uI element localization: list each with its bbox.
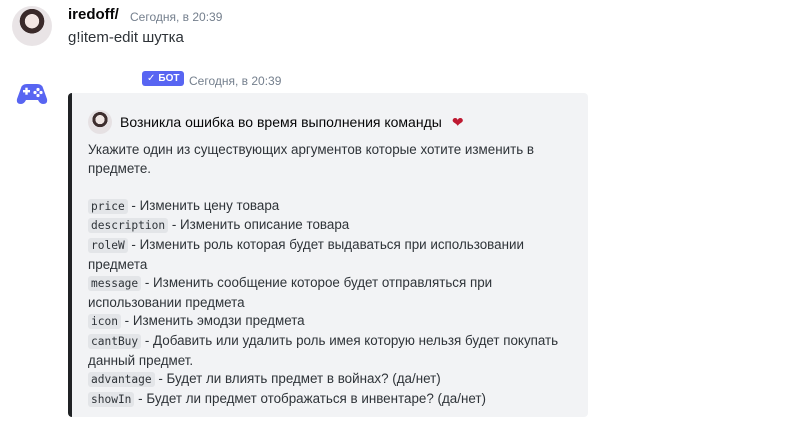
arg-line: showIn - Будет ли предмет отображаться в…: [88, 390, 566, 410]
arg-line: icon - Изменить эмодзи предмета: [88, 312, 566, 332]
arg-text: - Изменить сообщение которое будет отпра…: [88, 275, 493, 310]
arg-line: description - Изменить описание товара: [88, 216, 566, 236]
arg-code: cantBuy: [88, 333, 142, 349]
embed-author-name: Возникла ошибка во время выполнения кома…: [120, 114, 442, 130]
arg-text: - Будет ли влиять предмет в войнах? (да/…: [154, 371, 441, 387]
arg-line: cantBuy - Добавить или удалить роль имея…: [88, 332, 566, 370]
arg-text: - Изменить цену товара: [127, 197, 280, 213]
embed-description: Укажите один из существующих аргументов …: [88, 141, 566, 409]
embed-intro: Укажите один из существующих аргументов …: [88, 142, 535, 176]
check-icon: ✓: [147, 73, 156, 84]
heart-icon: ❤: [451, 113, 464, 130]
bot-badge-label: БОТ: [158, 73, 180, 84]
username[interactable]: iredoff/: [68, 6, 119, 23]
message-content: g!item-edit шутка: [68, 29, 184, 46]
user-avatar[interactable]: [12, 6, 52, 46]
arg-code: icon: [88, 314, 121, 330]
arg-line: price - Изменить цену товара: [88, 197, 566, 217]
gamepad-icon[interactable]: [12, 73, 52, 113]
arg-text: - Изменить описание товара: [168, 217, 350, 233]
embed-author-avatar: [88, 110, 112, 134]
arg-code: message: [88, 276, 142, 292]
arg-text: - Добавить или удалить роль имея которую…: [88, 332, 559, 368]
arg-code: description: [88, 218, 169, 234]
arg-text: - Изменить эмодзи предмета: [120, 313, 305, 329]
arg-code: advantage: [88, 372, 155, 388]
arg-line: advantage - Будет ли влиять предмет в во…: [88, 370, 566, 390]
arg-text: - Будет ли предмет отображаться в инвент…: [134, 390, 486, 406]
message-timestamp: Сегодня, в 20:39: [130, 10, 223, 24]
message-timestamp: Сегодня, в 20:39: [189, 74, 282, 88]
bot-badge: ✓ БОТ: [142, 71, 185, 86]
embed: Возникла ошибка во время выполнения кома…: [68, 93, 588, 417]
arg-code: showIn: [88, 391, 135, 407]
arg-code: roleW: [88, 237, 128, 253]
arg-text: - Изменить роль которая будет выдаваться…: [88, 236, 524, 272]
arg-line: roleW - Изменить роль которая будет выда…: [88, 236, 566, 274]
arg-code: price: [88, 198, 128, 214]
arg-line: message - Изменить сообщение которое буд…: [88, 274, 566, 312]
embed-author: Возникла ошибка во время выполнения кома…: [88, 110, 464, 134]
